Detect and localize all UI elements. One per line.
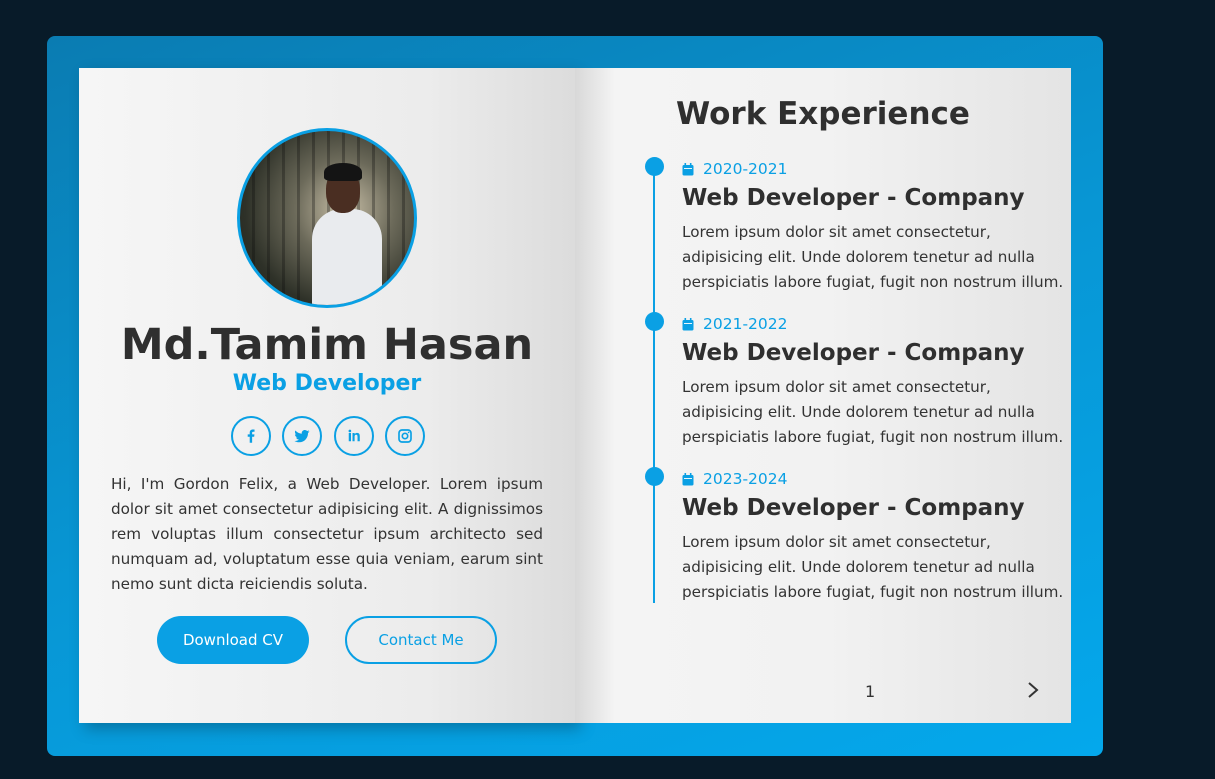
timeline-description: Lorem ipsum dolor sit amet consectetur, … <box>682 378 1064 446</box>
timeline-dot <box>645 157 664 176</box>
facebook-icon[interactable] <box>231 416 271 456</box>
linkedin-icon[interactable] <box>333 416 374 456</box>
timeline-title: Web Developer - Company <box>682 185 1025 211</box>
instagram-icon[interactable] <box>384 416 425 456</box>
timeline-dot <box>645 467 664 486</box>
calendar-icon <box>682 162 694 175</box>
calendar-icon <box>682 317 694 330</box>
profile-role: Web Developer <box>232 371 422 396</box>
section-title: Work Experience <box>676 96 970 132</box>
timeline-date: 2020-2021 <box>682 160 788 178</box>
timeline-title: Web Developer - Company <box>682 340 1025 366</box>
timeline-date-text: 2020-2021 <box>703 160 788 178</box>
timeline-item: 2021-2022 Web Developer - Company Lorem … <box>575 312 1071 462</box>
timeline-date-text: 2021-2022 <box>703 315 788 333</box>
timeline-item: 2023-2024 Web Developer - Company Lorem … <box>575 467 1071 617</box>
timeline-description: Lorem ipsum dolor sit amet consectetur, … <box>682 533 1064 601</box>
timeline-title: Web Developer - Company <box>682 495 1025 521</box>
timeline-date: 2023-2024 <box>682 470 788 488</box>
avatar <box>237 128 417 308</box>
contact-me-button[interactable]: Contact Me <box>345 616 497 664</box>
profile-page: Md.Tamim Hasan Web Developer Hi, I'm Gor… <box>79 68 575 723</box>
profile-name: Md.Tamim Hasan <box>120 320 534 370</box>
download-cv-button[interactable]: Download CV <box>157 616 309 664</box>
social-links <box>231 416 425 456</box>
book-frame: Md.Tamim Hasan Web Developer Hi, I'm Gor… <box>47 36 1103 756</box>
timeline-date-text: 2023-2024 <box>703 470 788 488</box>
chevron-right-icon[interactable] <box>1025 680 1041 700</box>
calendar-icon <box>682 472 694 485</box>
experience-page: Work Experience 2020-2021 Web Developer … <box>575 68 1071 723</box>
timeline-date: 2021-2022 <box>682 315 788 333</box>
timeline-dot <box>645 312 664 331</box>
profile-bio: Hi, I'm Gordon Felix, a Web Developer. L… <box>111 475 543 593</box>
twitter-icon[interactable] <box>282 416 323 456</box>
timeline-item: 2020-2021 Web Developer - Company Lorem … <box>575 157 1071 307</box>
page-number: 1 <box>865 682 876 701</box>
timeline-description: Lorem ipsum dolor sit amet consectetur, … <box>682 223 1064 291</box>
